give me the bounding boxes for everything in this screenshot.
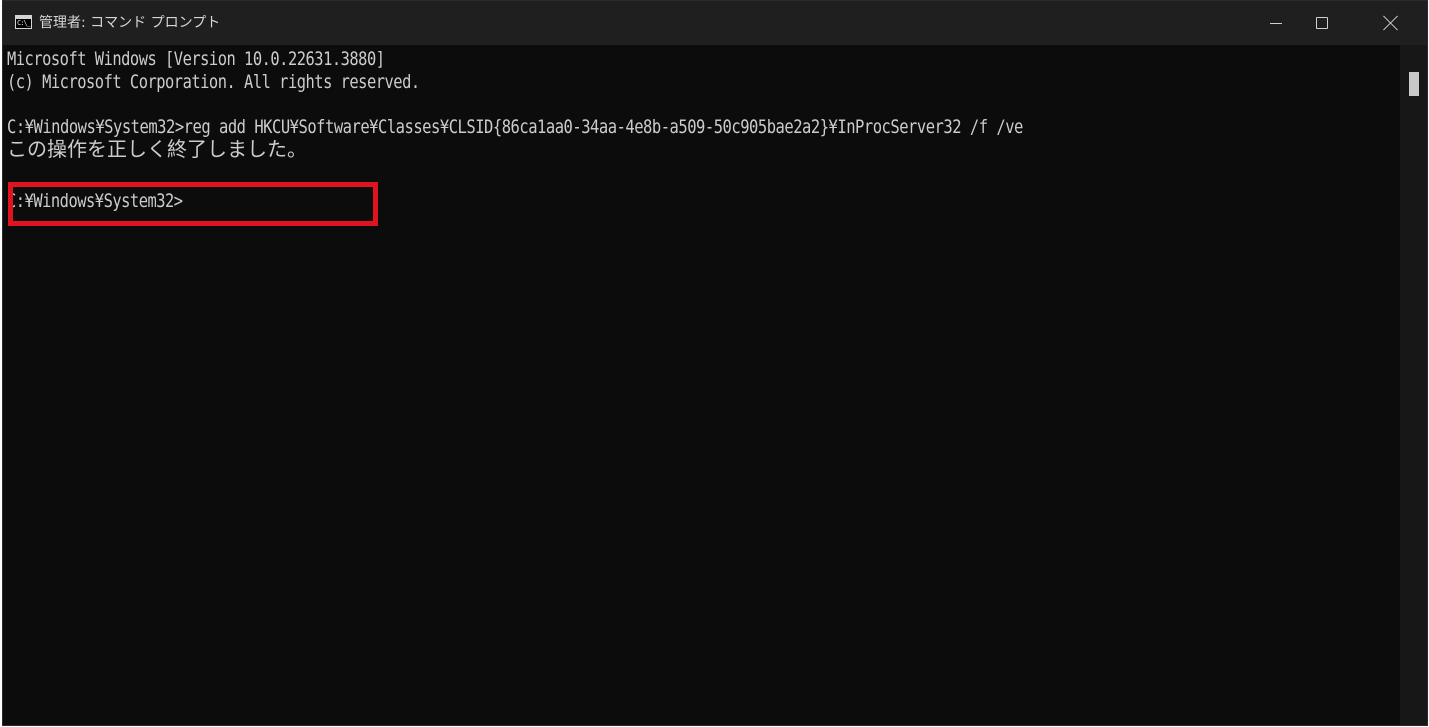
minimize-icon — [1270, 22, 1282, 24]
window-title: 管理者: コマンド プロンプト — [39, 15, 221, 31]
cmd-icon[interactable]: C:\_ — [15, 15, 32, 29]
console-line-command: C:¥Windows¥System32>reg add HKCU¥Softwar… — [7, 116, 1023, 138]
console-line-result: この操作を正しく終了しました。 — [7, 137, 307, 161]
vertical-scrollbar[interactable] — [1400, 45, 1427, 725]
maximize-button[interactable] — [1299, 1, 1345, 45]
maximize-icon — [1316, 17, 1328, 29]
minimize-button[interactable] — [1253, 1, 1299, 45]
title-bar[interactable]: C:\_ 管理者: コマンド プロンプト — [3, 1, 1427, 45]
close-button[interactable] — [1367, 1, 1415, 45]
console-line-version: Microsoft Windows [Version 10.0.22631.38… — [7, 48, 385, 70]
cmd-icon-glyph: C:\_ — [17, 19, 31, 27]
close-icon — [1383, 15, 1399, 31]
scrollbar-thumb[interactable] — [1409, 72, 1419, 96]
result-highlight-box — [8, 182, 378, 226]
console-line-copyright: (c) Microsoft Corporation. All rights re… — [7, 71, 420, 93]
console-output[interactable]: Microsoft Windows [Version 10.0.22631.38… — [7, 47, 1397, 723]
command-prompt-window: C:\_ 管理者: コマンド プロンプト Microsoft Windows [… — [2, 0, 1428, 726]
